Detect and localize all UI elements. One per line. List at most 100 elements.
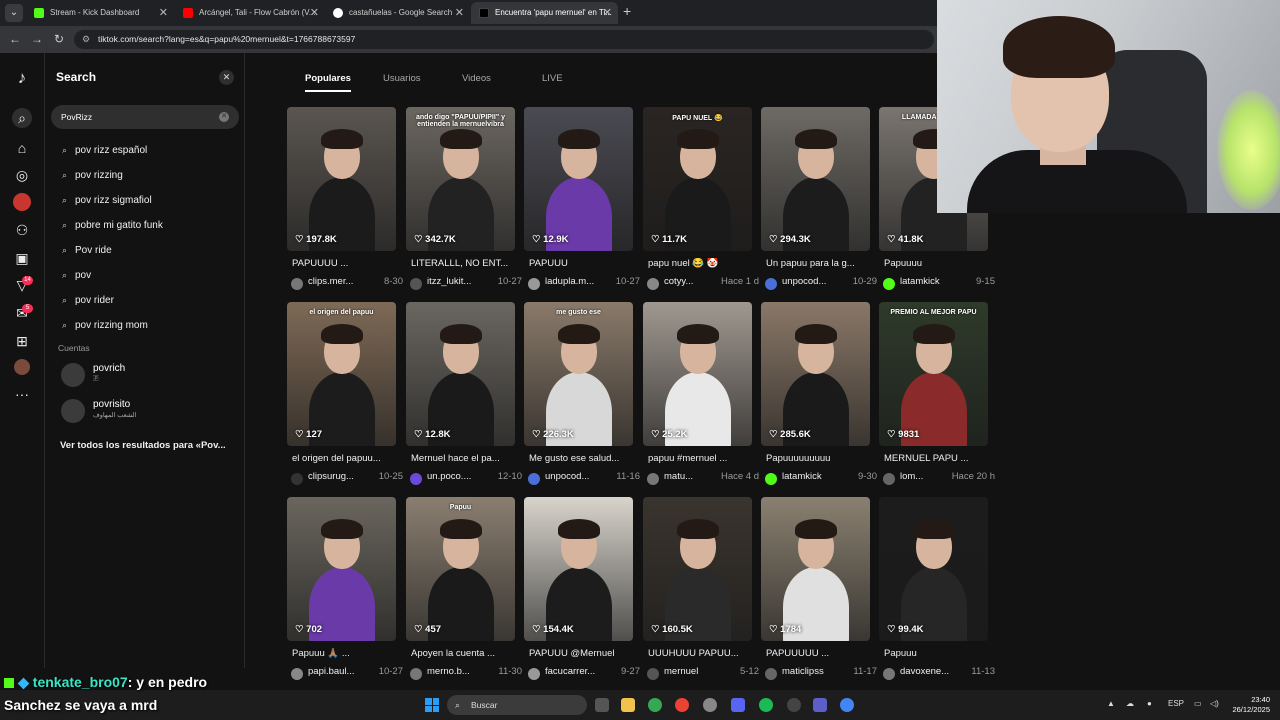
new-tab-icon[interactable]: + xyxy=(623,3,631,19)
avatar[interactable] xyxy=(765,668,777,680)
suggestion-item[interactable]: ⌕ pov rizzing xyxy=(62,170,123,181)
video-description[interactable]: PAPUUUU ... xyxy=(292,258,404,269)
video-thumbnail[interactable]: me gusto ese ♡ 226.3K xyxy=(524,302,633,446)
video-author[interactable]: maticlipss xyxy=(782,666,840,677)
video-thumbnail[interactable]: ♡ 285.6K xyxy=(761,302,870,446)
video-card[interactable]: ♡ 160.5K UUUHUUU PAPUU... mernuel 5-12 xyxy=(643,497,759,680)
browser-tab[interactable]: Stream - Kick Dashboard ✕ xyxy=(26,2,174,24)
back-icon[interactable]: ← xyxy=(9,32,21,46)
close-tab-icon[interactable]: ✕ xyxy=(159,2,168,24)
video-card[interactable]: PREMIO AL MEJOR PAPU ♡ 9831 MERNUEL PAPU .… xyxy=(879,302,995,485)
close-tab-icon[interactable]: ✕ xyxy=(310,2,319,24)
video-author[interactable]: latamkick xyxy=(900,276,958,287)
video-card[interactable]: ando digo "PAPUU/PIPII" y entienden la m… xyxy=(406,107,522,290)
chrome-profile-icon[interactable] xyxy=(675,698,689,712)
spotify-icon[interactable] xyxy=(759,698,773,712)
suggestion-item[interactable]: ⌕ pov rider xyxy=(62,295,114,306)
avatar[interactable] xyxy=(647,473,659,485)
video-description[interactable]: PAPUUUUU ... xyxy=(766,648,878,659)
video-card[interactable]: Papuu ♡ 457 Apoyen la cuenta ... merno.b...… xyxy=(406,497,522,680)
avatar[interactable] xyxy=(291,473,303,485)
avatar[interactable] xyxy=(647,278,659,290)
video-card[interactable]: PAPU NUEL 😂 ♡ 11.7K papu nuel 😂 🤡 cotyy... H… xyxy=(643,107,759,290)
video-description[interactable]: Apoyen la cuenta ... xyxy=(411,648,523,659)
profile-avatar-icon[interactable] xyxy=(14,359,30,375)
browser-tab-active[interactable]: Encuentra 'papu mernuel' en Ti... ✕ xyxy=(471,2,618,24)
avatar[interactable] xyxy=(291,278,303,290)
video-card[interactable]: ♡ 12.8K Mernuel hace el pa... un.poco.... 1… xyxy=(406,302,522,485)
language-indicator[interactable]: ESP xyxy=(1168,699,1184,708)
video-card[interactable]: el origen del papuu ♡ 127 el origen del pa… xyxy=(287,302,403,485)
video-description[interactable]: papu nuel 😂 🤡 xyxy=(648,258,760,269)
video-thumbnail[interactable]: ♡ 197.8K xyxy=(287,107,396,251)
video-author[interactable]: davoxene... xyxy=(900,666,958,677)
suggestion-item[interactable]: ⌕ pov rizzing mom xyxy=(62,320,148,331)
video-description[interactable]: el origen del papuu... xyxy=(292,453,404,464)
obs-icon[interactable] xyxy=(787,698,801,712)
video-description[interactable]: Papuuuu xyxy=(884,258,996,269)
suggestion-item[interactable]: ⌕ pobre mi gatito funk xyxy=(62,220,163,231)
search-input[interactable]: PovRizz ✕ xyxy=(51,105,239,129)
video-thumbnail[interactable]: Papuu ♡ 457 xyxy=(406,497,515,641)
tab-live[interactable]: LIVE xyxy=(542,73,563,84)
video-author[interactable]: papi.baul... xyxy=(308,666,366,677)
video-description[interactable]: PAPUUU @Mernuel xyxy=(529,648,641,659)
video-author[interactable]: lom... xyxy=(900,471,958,482)
app-icon[interactable] xyxy=(703,698,717,712)
avatar[interactable] xyxy=(410,278,422,290)
video-author[interactable]: mernuel xyxy=(664,666,722,677)
explore-icon[interactable]: ◎ xyxy=(13,166,31,184)
suggestion-item[interactable]: ⌕ pov xyxy=(62,270,91,281)
close-tab-icon[interactable]: ✕ xyxy=(603,2,612,24)
avatar[interactable] xyxy=(647,668,659,680)
video-card[interactable]: ♡ 12.9K PAPUUU ladupla.m... 10-27 xyxy=(524,107,640,290)
video-card[interactable]: ♡ 285.6K Papuuuuuuuuu latamkick 9-30 xyxy=(761,302,877,485)
tiktok-logo-icon[interactable]: ♪ xyxy=(13,69,31,87)
video-description[interactable]: Papuuuuuuuuu xyxy=(766,453,878,464)
video-thumbnail[interactable]: ♡ 99.4K xyxy=(879,497,988,641)
video-description[interactable]: Mernuel hace el pa... xyxy=(411,453,523,464)
avatar[interactable] xyxy=(528,473,540,485)
avatar[interactable] xyxy=(765,278,777,290)
url-field[interactable]: ⚙ tiktok.com/search?lang=es&q=papu%20mer… xyxy=(74,30,934,49)
avatar[interactable] xyxy=(883,668,895,680)
live-icon[interactable]: ▣ xyxy=(13,249,31,267)
tab-search-menu-icon[interactable]: ⌄ xyxy=(5,4,23,22)
avatar[interactable] xyxy=(883,473,895,485)
see-all-results-link[interactable]: Ver todos los resultados para «Pov... xyxy=(60,440,226,451)
discord-icon[interactable] xyxy=(731,698,745,712)
browser-tab[interactable]: castañuelas - Google Search ✕ xyxy=(325,2,470,24)
video-author[interactable]: merno.b... xyxy=(427,666,485,677)
suggestion-item[interactable]: ⌕ Pov ride xyxy=(62,245,112,256)
video-author[interactable]: unpocod... xyxy=(782,276,840,287)
video-card[interactable]: ♡ 99.4K Papuuu davoxene... 11-13 xyxy=(879,497,995,680)
video-description[interactable]: Papuuu xyxy=(884,648,996,659)
video-description[interactable]: LITERALLL, NO ENT... xyxy=(411,258,523,269)
avatar[interactable] xyxy=(765,473,777,485)
video-thumbnail[interactable]: ♡ 12.9K xyxy=(524,107,633,251)
video-card[interactable]: ♡ 154.4K PAPUUU @Mernuel facucarrer... 9-27 xyxy=(524,497,640,680)
avatar[interactable] xyxy=(528,278,540,290)
teams-icon[interactable] xyxy=(813,698,827,712)
video-author[interactable]: un.poco.... xyxy=(427,471,485,482)
upload-icon[interactable]: ⊞ xyxy=(13,332,31,350)
task-view-icon[interactable] xyxy=(595,698,609,712)
close-tab-icon[interactable]: ✕ xyxy=(455,2,464,24)
video-thumbnail[interactable]: ♡ 154.4K xyxy=(524,497,633,641)
video-description[interactable]: Me gusto ese salud... xyxy=(529,453,641,464)
avatar[interactable] xyxy=(410,668,422,680)
mic-icon[interactable]: ● xyxy=(1147,699,1152,708)
video-thumbnail[interactable]: ♡ 25.2K xyxy=(643,302,752,446)
taskbar-search[interactable]: ⌕ Buscar xyxy=(447,695,587,715)
close-search-icon[interactable]: ✕ xyxy=(219,70,234,85)
video-author[interactable]: cotyy... xyxy=(664,276,722,287)
video-card[interactable]: ♡ 294.3K Un papuu para la g... unpocod... 1… xyxy=(761,107,877,290)
video-description[interactable]: Un papuu para la g... xyxy=(766,258,878,269)
video-author[interactable]: unpocod... xyxy=(545,471,603,482)
video-thumbnail[interactable]: ♡ 702 xyxy=(287,497,396,641)
avatar[interactable] xyxy=(883,278,895,290)
avatar[interactable] xyxy=(528,668,540,680)
video-author[interactable]: latamkick xyxy=(782,471,840,482)
video-author[interactable]: ladupla.m... xyxy=(545,276,603,287)
video-thumbnail[interactable]: ♡ 294.3K xyxy=(761,107,870,251)
